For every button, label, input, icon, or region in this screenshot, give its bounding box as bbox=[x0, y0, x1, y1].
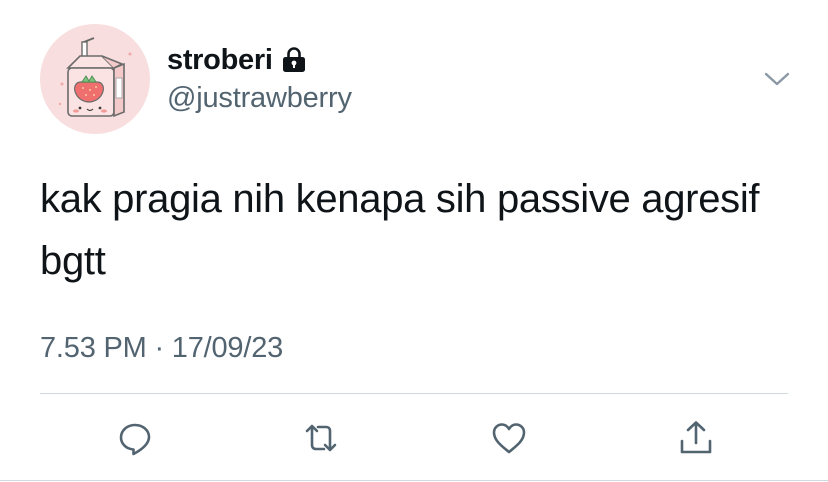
reply-button[interactable] bbox=[115, 418, 155, 458]
bottom-divider bbox=[0, 480, 828, 481]
retweet-button[interactable] bbox=[301, 418, 341, 458]
chevron-down-icon bbox=[764, 72, 790, 86]
avatar[interactable] bbox=[40, 24, 150, 134]
share-icon bbox=[680, 421, 712, 454]
more-options-button[interactable] bbox=[760, 62, 794, 96]
like-button[interactable] bbox=[489, 418, 529, 458]
retweet-icon bbox=[305, 424, 337, 452]
tweet-text: kak pragia nih kenapa sih passive agresi… bbox=[40, 177, 760, 283]
divider bbox=[40, 393, 788, 394]
display-name[interactable]: stroberi bbox=[167, 44, 273, 77]
comment-icon bbox=[119, 423, 151, 456]
display-name-row[interactable]: stroberi bbox=[167, 40, 307, 80]
tweet-timestamp[interactable]: 7.53 PM · 17/09/23 bbox=[40, 332, 283, 365]
lock-icon bbox=[282, 47, 305, 72]
user-handle[interactable]: @justrawberry bbox=[167, 82, 352, 115]
share-button[interactable] bbox=[676, 418, 716, 458]
tweet-card: stroberi @justrawberry kak pragia nih ke… bbox=[0, 0, 828, 482]
strawberry-milk-carton-icon bbox=[58, 37, 132, 118]
heart-icon bbox=[492, 423, 526, 454]
